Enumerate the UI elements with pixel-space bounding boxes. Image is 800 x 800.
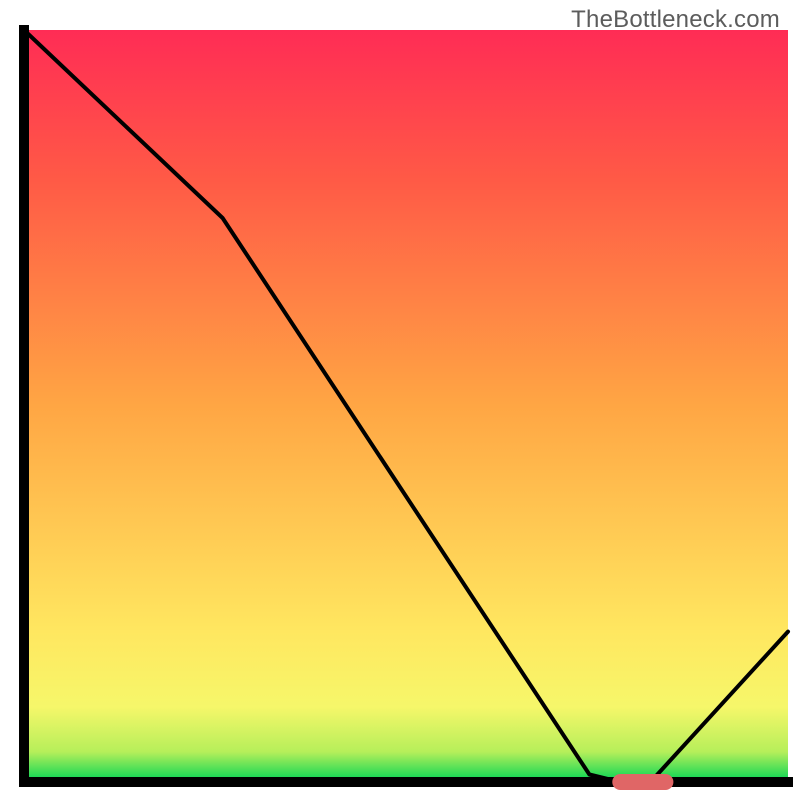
optimal-marker bbox=[612, 774, 673, 790]
chart-frame: TheBottleneck.com bbox=[0, 0, 800, 800]
watermark-text: TheBottleneck.com bbox=[571, 6, 780, 34]
bottleneck-chart bbox=[0, 0, 800, 800]
plot-background bbox=[24, 30, 788, 782]
